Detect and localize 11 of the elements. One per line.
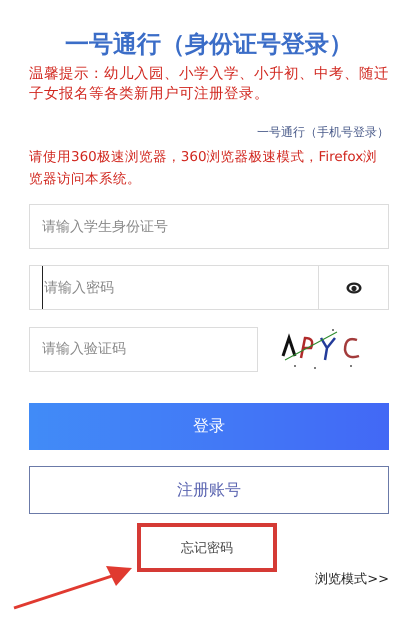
page-title: 一号通行（身份证号登录） — [64, 29, 354, 60]
password-field[interactable]: 请输入密码 — [29, 265, 389, 310]
browser-notice: 请使用360极速浏览器，360浏览器极速模式，Firefox浏览器访问本系统。 — [29, 148, 378, 189]
register-button[interactable]: 注册账号 — [29, 466, 389, 514]
id-number-field[interactable]: 请输入学生身份证号 — [29, 204, 389, 249]
browse-mode-link[interactable]: 浏览模式>> — [315, 570, 389, 588]
tip-text: 温馨提示：幼儿入园、小学入学、小升初、中考、随迁子女报名等各类新用户可注册登录。 — [29, 64, 389, 104]
forgot-password-link[interactable]: 忘记密码 — [181, 538, 233, 556]
login-button[interactable]: 登录 — [29, 403, 389, 450]
phone-login-link[interactable]: 一号通行（手机号登录） — [257, 124, 389, 140]
captcha-field[interactable]: 请输入验证码 — [29, 326, 258, 372]
